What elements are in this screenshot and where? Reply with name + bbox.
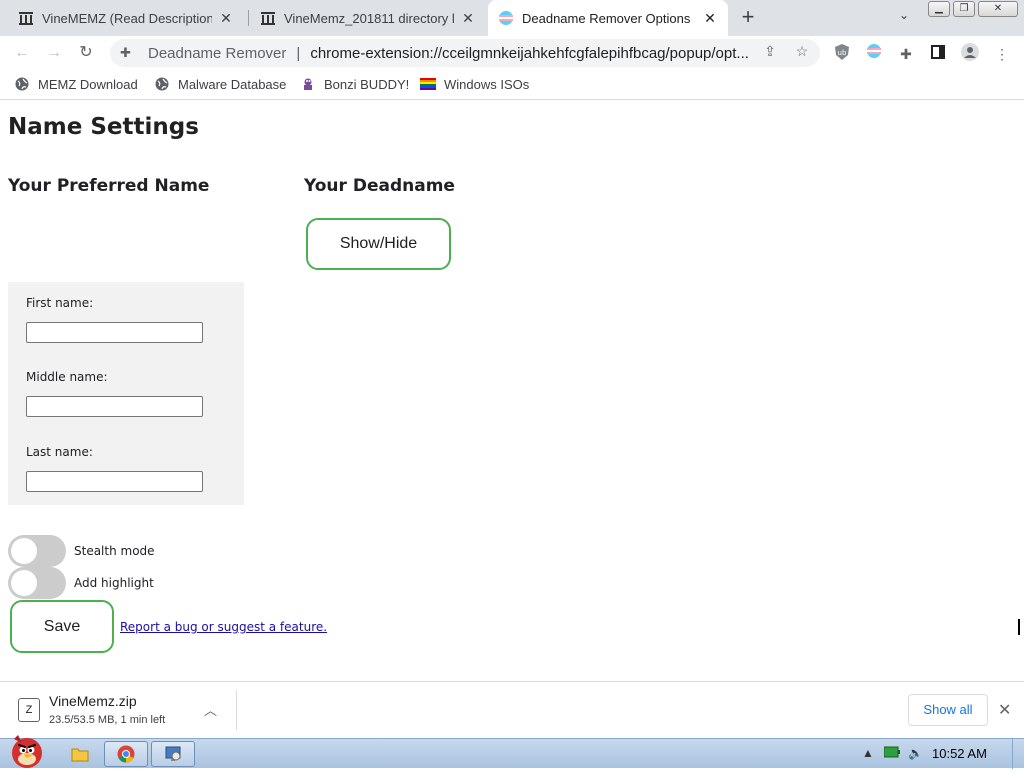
close-icon[interactable]: ✕ [218, 10, 234, 27]
tab-vinememz-directory[interactable]: VineMemz_201811 directory li ✕ [250, 0, 486, 36]
ublock-icon[interactable]: ub [831, 43, 853, 65]
forward-arrow-icon[interactable]: → [42, 41, 66, 65]
bookmark-label: Windows ISOs [444, 76, 530, 92]
side-panel-icon[interactable] [927, 43, 949, 65]
bookmark-bonzi-buddy[interactable]: Bonzi BUDDY! [300, 76, 409, 92]
puzzle-icon: ✚ [120, 45, 131, 60]
extensions-puzzle-icon[interactable]: ✚ [895, 43, 917, 65]
tray-overflow-arrow-icon[interactable]: ▲ [862, 746, 874, 760]
profile-avatar-icon[interactable] [959, 43, 981, 65]
trans-flag-icon[interactable] [863, 43, 885, 65]
minimize-button[interactable]: ▁ [928, 1, 950, 17]
trans-flag-icon [498, 10, 514, 26]
show-all-button[interactable]: Show all [908, 694, 988, 726]
bookmark-memz-download[interactable]: MEMZ Download [14, 76, 138, 92]
rainbow-flag-icon [420, 76, 436, 92]
archive-icon [18, 10, 34, 26]
middle-name-field[interactable] [26, 396, 203, 417]
mouse-cursor-icon [1018, 619, 1024, 635]
bookmark-label: Bonzi BUDDY! [324, 76, 410, 92]
chevron-down-icon[interactable]: ⌄ [894, 8, 914, 22]
tab-separator [248, 10, 249, 26]
chrome-icon[interactable] [104, 741, 148, 767]
download-separator [236, 690, 237, 730]
close-icon[interactable]: ✕ [702, 10, 718, 27]
chevron-up-icon[interactable]: ︿ [204, 700, 217, 719]
reload-icon[interactable]: ↻ [74, 41, 98, 65]
close-window-button[interactable]: ✕ [978, 1, 1018, 17]
show-hide-button[interactable]: Show/Hide [306, 218, 451, 270]
control-panel-icon[interactable] [151, 741, 195, 767]
first-name-label: First name: [26, 296, 94, 310]
bookmark-malware-database[interactable]: Malware Database [154, 76, 286, 92]
tab-title: Deadname Remover Options [522, 10, 691, 26]
save-button[interactable]: Save [10, 600, 114, 653]
bookmark-label: Malware Database [178, 76, 287, 92]
bookmark-label: MEMZ Download [38, 76, 138, 92]
zip-file-icon[interactable]: Z [18, 698, 40, 722]
site-name: Deadname Remover [148, 44, 287, 62]
page-content: Name Settings Your Preferred Name Your D… [0, 101, 1024, 681]
bookmark-windows-isos[interactable]: Windows ISOs [420, 76, 529, 92]
tab-title: VineMEMZ (Read Description) [42, 10, 212, 26]
preferred-name-heading: Your Preferred Name [8, 176, 210, 196]
add-highlight-label: Add highlight [74, 576, 154, 590]
speaker-icon[interactable]: 🔈 [908, 746, 923, 760]
tab-deadname-remover-options[interactable]: Deadname Remover Options ✕ [488, 0, 728, 36]
tab-strip: VineMEMZ (Read Description) ✕ VineMemz_2… [0, 0, 1024, 36]
stealth-mode-toggle[interactable] [8, 535, 66, 567]
globe-icon [14, 76, 30, 92]
download-bar: Z VineMemz.zip 23.5/53.5 MB, 1 min left … [0, 681, 1024, 738]
close-icon[interactable]: ✕ [998, 700, 1011, 720]
svg-text:ub: ub [838, 49, 847, 57]
first-name-field[interactable] [26, 322, 203, 343]
last-name-label: Last name: [26, 445, 93, 459]
toggle-knob [11, 538, 37, 564]
more-menu-icon[interactable]: ⋮ [991, 43, 1013, 65]
download-filename[interactable]: VineMemz.zip [49, 693, 137, 709]
windows-taskbar: ▲ 🔈 10:52 AM [0, 735, 1024, 769]
address-separator: | [296, 44, 301, 62]
middle-name-label: Middle name: [26, 370, 108, 384]
address-bar[interactable]: ✚ Deadname Remover | chrome-extension://… [110, 39, 820, 67]
close-icon[interactable]: ✕ [460, 10, 476, 27]
url-text[interactable]: chrome-extension://cceilgmnkeijahkehfcgf… [310, 45, 780, 62]
new-tab-button[interactable]: + [736, 4, 760, 30]
tab-title: VineMemz_201811 directory li [284, 10, 454, 26]
bonzi-icon [300, 76, 316, 92]
page-title: Name Settings [8, 114, 199, 140]
explorer-folder-icon[interactable] [58, 741, 102, 767]
back-arrow-icon[interactable]: ← [10, 41, 34, 65]
show-desktop-button[interactable] [1012, 739, 1024, 769]
toggle-knob [11, 570, 37, 596]
stealth-mode-label: Stealth mode [74, 544, 155, 558]
restore-button[interactable]: ❐ [953, 1, 975, 17]
browser-toolbar: ← → ↻ ✚ Deadname Remover | chrome-extens… [0, 36, 1024, 70]
add-highlight-toggle[interactable] [8, 567, 66, 599]
tab-vinememz-description[interactable]: VineMEMZ (Read Description) ✕ [8, 0, 244, 36]
report-bug-link[interactable]: Report a bug or suggest a feature. [120, 620, 327, 634]
taskbar-clock[interactable]: 10:52 AM [932, 746, 987, 761]
last-name-field[interactable] [26, 471, 203, 492]
battery-icon[interactable] [883, 746, 900, 761]
share-icon[interactable]: ⇪ [760, 43, 780, 60]
deadname-heading: Your Deadname [304, 176, 455, 196]
star-icon[interactable]: ☆ [792, 43, 812, 60]
archive-icon [260, 10, 276, 26]
download-status: 23.5/53.5 MB, 1 min left [49, 714, 166, 726]
bookmarks-bar: MEMZ Download Malware Database Bonzi BUD… [0, 70, 1024, 100]
preferred-name-form: First name: Middle name: Last name: [8, 282, 244, 505]
angry-bird-start-icon[interactable] [4, 731, 50, 769]
globe-icon [154, 76, 170, 92]
